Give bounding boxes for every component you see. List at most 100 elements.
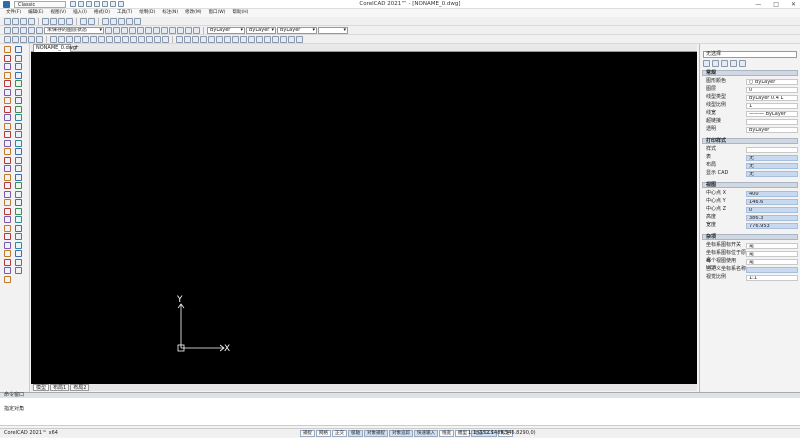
dimension-radius-icon[interactable] — [74, 35, 81, 43]
sun-icon[interactable] — [28, 26, 35, 34]
layer-delete-icon[interactable] — [177, 26, 184, 34]
extend-icon[interactable] — [240, 35, 247, 43]
new-icon[interactable] — [4, 17, 11, 25]
linetype-select[interactable]: ByLayer — [246, 26, 276, 34]
offset-icon[interactable] — [4, 139, 11, 147]
menu-modify[interactable]: 修改(M) — [185, 9, 201, 17]
paste-icon[interactable] — [58, 17, 65, 25]
make-current-icon[interactable] — [113, 26, 120, 34]
dimension-text-edit-icon[interactable] — [146, 35, 153, 43]
spline-icon[interactable] — [4, 80, 11, 87]
trim-icon[interactable] — [4, 165, 11, 172]
save-as-icon[interactable] — [94, 1, 100, 7]
dimension-ordinate-icon[interactable] — [90, 35, 97, 43]
add-tab-button[interactable]: + — [74, 44, 79, 51]
revcloud-icon[interactable] — [15, 71, 22, 79]
array-icon[interactable] — [224, 35, 231, 43]
save-icon[interactable] — [86, 1, 92, 7]
redo-icon[interactable] — [118, 1, 124, 7]
match-properties-icon[interactable] — [66, 17, 73, 25]
property-value[interactable]: ——— ByLayer — [746, 111, 798, 117]
layer-walk-icon[interactable] — [153, 26, 160, 34]
tab-layout1[interactable]: 布局1 — [50, 384, 70, 391]
dimension-diameter-icon[interactable] — [82, 35, 89, 43]
new-icon[interactable] — [70, 1, 76, 7]
status-toggle-button[interactable]: 网格 — [316, 430, 331, 437]
select-objects-icon[interactable] — [712, 60, 719, 67]
color-select[interactable]: ByLayer — [207, 26, 245, 34]
freeze-icon[interactable] — [137, 26, 144, 34]
scale-icon[interactable] — [4, 156, 11, 164]
copy-icon[interactable] — [50, 17, 57, 25]
menu-help[interactable]: 帮助(H) — [232, 9, 248, 17]
status-toggle-button[interactable]: 线宽 — [439, 430, 454, 437]
explode-icon[interactable] — [264, 35, 271, 43]
scale-icon[interactable] — [200, 35, 207, 43]
zoom-previous-icon[interactable] — [134, 17, 141, 25]
extend-icon[interactable] — [15, 165, 22, 172]
status-toggle-button[interactable]: 快速输入 — [414, 430, 438, 437]
viewport-icon[interactable] — [15, 267, 22, 274]
property-value[interactable] — [746, 267, 798, 273]
property-value[interactable]: 386.3 — [746, 215, 798, 221]
layer-merge-icon[interactable] — [169, 26, 176, 34]
property-value[interactable]: 776.953 — [746, 223, 798, 229]
dimension-linear-icon[interactable] — [50, 35, 57, 43]
close-button[interactable]: ✕ — [791, 0, 796, 9]
maximize-button[interactable]: □ — [773, 0, 779, 9]
plot-style-select[interactable] — [318, 26, 348, 34]
trim-icon[interactable] — [232, 35, 239, 43]
dimension-style-icon[interactable] — [162, 35, 169, 43]
property-value[interactable]: 400 — [746, 191, 798, 197]
status-toggle-button[interactable]: 极轴 — [348, 430, 363, 437]
helix-icon[interactable] — [15, 233, 22, 240]
xline-icon[interactable] — [15, 46, 22, 53]
line-icon[interactable] — [4, 46, 11, 53]
properties-section-header[interactable]: 常规 — [702, 70, 798, 76]
menu-draw[interactable]: 绘制(D) — [139, 9, 155, 17]
list-icon[interactable] — [15, 258, 22, 266]
status-toggle-button[interactable]: 捕捉 — [300, 430, 315, 437]
point-icon[interactable] — [15, 97, 22, 104]
menu-window[interactable]: 窗口(W) — [209, 9, 226, 17]
text-icon[interactable] — [4, 122, 11, 130]
dimension-edit-icon[interactable] — [138, 35, 145, 43]
zoom-icon[interactable] — [110, 17, 117, 25]
print-icon[interactable] — [28, 17, 35, 25]
join-icon[interactable] — [15, 173, 22, 181]
properties-section-header[interactable]: 打印样式 — [702, 138, 798, 144]
copy-icon[interactable] — [4, 131, 11, 138]
align-icon[interactable] — [4, 199, 11, 206]
copy-entity-icon[interactable] — [184, 35, 191, 43]
off-icon[interactable] — [145, 26, 152, 34]
rectangle-icon[interactable] — [36, 35, 43, 43]
property-value[interactable]: ByLayer — [746, 127, 798, 133]
polyline-icon[interactable] — [4, 54, 11, 62]
sketch-icon[interactable] — [4, 233, 11, 240]
break-icon[interactable] — [280, 35, 287, 43]
tab-layout2[interactable]: 布局2 — [70, 384, 90, 391]
insert-block-icon[interactable] — [15, 88, 22, 96]
menu-insert[interactable]: 插入(I) — [73, 9, 87, 17]
circle-icon[interactable] — [20, 35, 27, 43]
layer-filter-icon[interactable] — [193, 26, 200, 34]
workspace-select[interactable]: Classic — [14, 1, 66, 8]
circle-icon[interactable] — [4, 71, 11, 79]
properties-section-header[interactable]: 杂项 — [702, 234, 798, 240]
measure-icon[interactable] — [4, 207, 11, 215]
pickadd-icon[interactable] — [721, 60, 728, 67]
trace-icon[interactable] — [15, 224, 22, 232]
dimension-continue-icon[interactable] — [106, 35, 113, 43]
property-value[interactable]: 无 — [746, 163, 798, 169]
pan-icon[interactable] — [102, 17, 109, 25]
ellipse-icon[interactable] — [15, 80, 22, 87]
property-value[interactable] — [746, 119, 798, 125]
property-value[interactable]: ○ ByLayer — [746, 79, 798, 85]
menu-format[interactable]: 格式(O) — [94, 9, 110, 17]
zoom-extents-icon[interactable] — [126, 17, 133, 25]
erase-icon[interactable] — [296, 35, 303, 43]
bulb-icon[interactable] — [20, 26, 27, 34]
undo-icon[interactable] — [80, 17, 87, 25]
lock-icon[interactable] — [36, 26, 43, 34]
property-value[interactable]: 是 — [746, 251, 798, 257]
